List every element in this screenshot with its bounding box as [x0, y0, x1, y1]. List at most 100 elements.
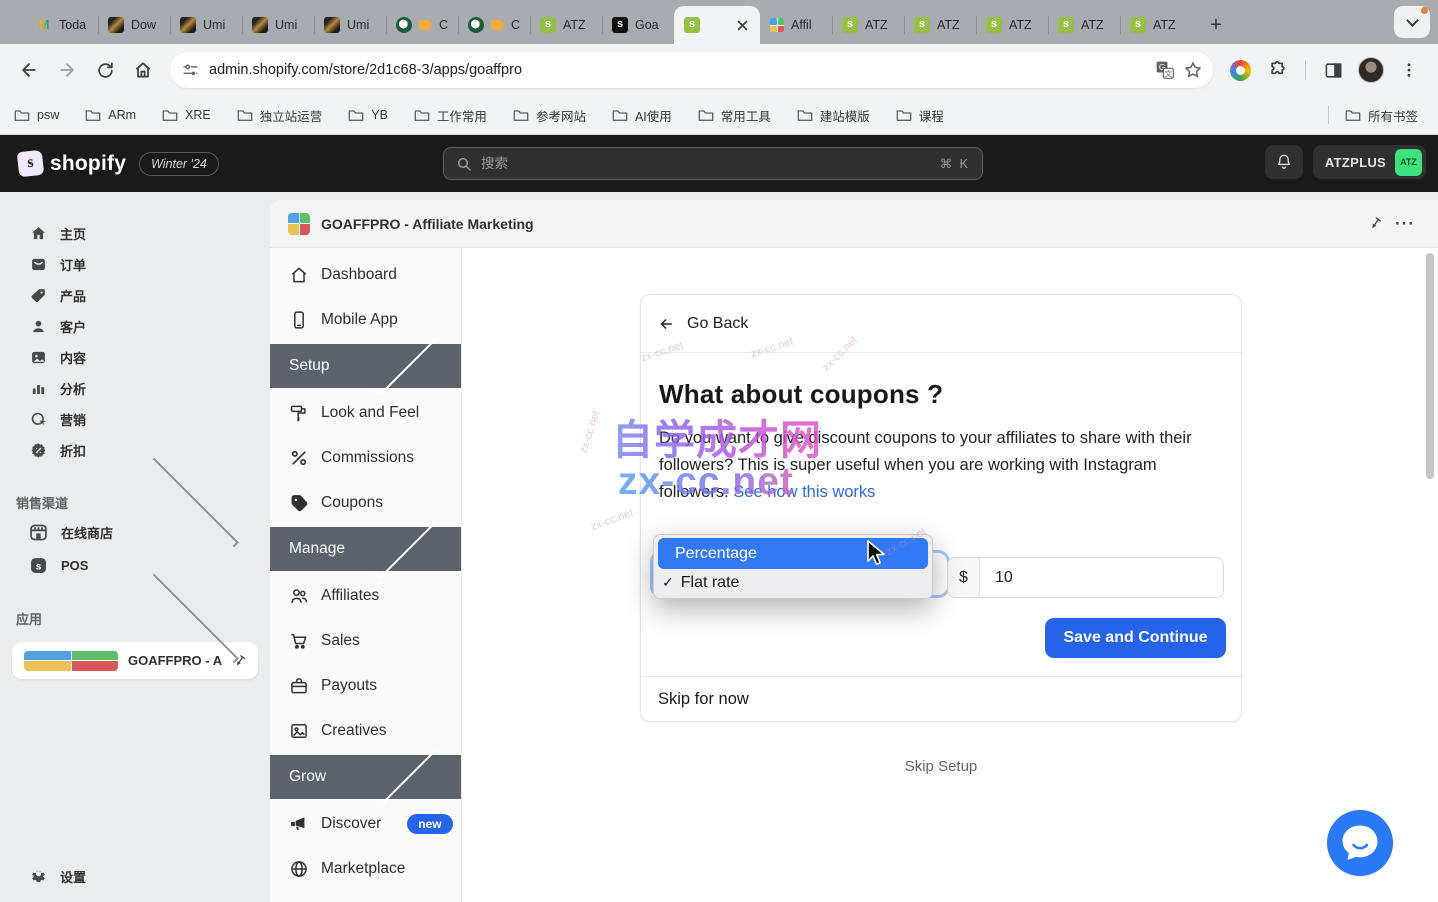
bookmark-folder[interactable]: ARm	[85, 108, 136, 122]
browser-tab[interactable]: ATZ	[1048, 8, 1120, 42]
app-nav-marketplace[interactable]: Marketplace	[270, 846, 461, 891]
folder-icon	[348, 108, 364, 122]
dropdown-option-flat-rate[interactable]: ✓ Flat rate	[658, 569, 928, 596]
skip-for-now-button[interactable]: Skip for now	[641, 676, 1241, 721]
sales-channels-section[interactable]: 销售渠道	[0, 488, 270, 516]
app-nav-payouts[interactable]: Payouts	[270, 663, 461, 708]
bookmark-folder[interactable]: 工作常用	[414, 106, 487, 125]
browser-tab[interactable]: Umi	[242, 8, 314, 42]
dashboard-icon	[289, 265, 309, 285]
page-scrollbar[interactable]	[1426, 253, 1434, 479]
browser-tab[interactable]: Affil	[760, 8, 832, 42]
browser-tab[interactable]: Goa	[602, 8, 674, 42]
sidebar-item-home[interactable]: 主页	[0, 218, 270, 249]
browser-tab[interactable]: MToda	[26, 8, 98, 42]
app-nav-commissions[interactable]: Commissions	[270, 435, 461, 480]
bell-icon	[1275, 153, 1293, 171]
svg-text:s: s	[36, 560, 42, 572]
color-wheel-extension-icon[interactable]	[1224, 54, 1256, 86]
browser-tab[interactable]: ATZ	[530, 8, 602, 42]
go-back-button[interactable]: Go Back	[641, 295, 1241, 353]
extensions-puzzle-icon[interactable]	[1262, 54, 1294, 86]
skip-setup-link[interactable]: Skip Setup	[640, 758, 1242, 775]
browser-tab-active[interactable]	[674, 6, 760, 44]
translate-icon[interactable]: G文	[1155, 60, 1175, 80]
new-tab-button[interactable]: +	[1202, 11, 1230, 39]
bookmark-folder[interactable]: 参考网站	[513, 106, 586, 125]
online-store-icon	[28, 522, 49, 543]
reload-button[interactable]	[89, 54, 121, 86]
chat-launcher-button[interactable]	[1327, 810, 1393, 876]
sidebar-item-discounts[interactable]: 折扣	[0, 435, 270, 466]
browser-menu-icon[interactable]	[1393, 54, 1425, 86]
notifications-button[interactable]	[1265, 145, 1303, 179]
back-button[interactable]	[13, 54, 45, 86]
forward-button[interactable]	[51, 54, 83, 86]
folder-icon	[698, 108, 714, 122]
pin-app-button[interactable]	[1360, 209, 1390, 239]
browser-tab[interactable]: Dow	[98, 8, 170, 42]
bookmark-folder[interactable]: AI使用	[612, 106, 672, 125]
sidebar-item-customers[interactable]: 客户	[0, 311, 270, 342]
chat-bubble-icon	[1327, 810, 1393, 876]
sidebar-item-products[interactable]: 产品	[0, 280, 270, 311]
tab-close-icon[interactable]	[734, 17, 750, 33]
bookmark-folder[interactable]: 独立站运营	[237, 106, 323, 125]
address-bar[interactable]: admin.shopify.com/store/2d1c68-3/apps/go…	[170, 52, 1213, 88]
discount-amount-input[interactable]	[980, 558, 1223, 597]
url-text[interactable]: admin.shopify.com/store/2d1c68-3/apps/go…	[209, 62, 1155, 78]
profile-avatar[interactable]	[1355, 54, 1387, 86]
see-how-link[interactable]: See how this works	[733, 483, 875, 501]
browser-tab[interactable]: ATZ	[904, 8, 976, 42]
bookmark-folder[interactable]: YB	[348, 108, 388, 122]
card-title: What about coupons ?	[659, 379, 1223, 410]
browser-tab[interactable]: ATZ	[976, 8, 1048, 42]
bookmark-folder[interactable]: 常用工具	[698, 106, 771, 125]
sidebar-item-content[interactable]: 内容	[0, 342, 270, 373]
account-menu[interactable]: ATZPLUS ATZ	[1313, 145, 1426, 179]
app-nav-look-and-feel[interactable]: Look and Feel	[270, 390, 461, 435]
release-badge[interactable]: Winter '24	[139, 152, 219, 176]
browser-tab[interactable]: Umi	[170, 8, 242, 42]
app-more-menu[interactable]: ···	[1390, 209, 1420, 239]
browser-toolbar: admin.shopify.com/store/2d1c68-3/apps/go…	[0, 44, 1438, 96]
browser-tab[interactable]: C	[386, 8, 458, 42]
bookmark-folder[interactable]: psw	[14, 108, 59, 122]
bookmark-folder[interactable]: XRE	[162, 108, 211, 122]
sidebar-item-marketing[interactable]: 营销	[0, 404, 270, 435]
sidebar-item-analytics[interactable]: 分析	[0, 373, 270, 404]
app-nav-section-setup[interactable]: Setup	[270, 344, 461, 388]
folder-icon	[612, 108, 628, 122]
home-button[interactable]	[127, 54, 159, 86]
save-and-continue-button[interactable]: Save and Continue	[1045, 618, 1226, 658]
currency-prefix: $	[948, 558, 980, 597]
admin-search-bar[interactable]: ⌘ K	[443, 147, 983, 180]
browser-tab[interactable]: C	[458, 8, 530, 42]
bookmark-folder[interactable]: 课程	[896, 106, 944, 125]
site-info-icon[interactable]	[182, 62, 199, 79]
app-title: GOAFFPRO - Affiliate Marketing	[321, 216, 1360, 232]
shopify-logo[interactable]: shopify	[18, 151, 126, 176]
tab-title: Umi	[347, 18, 376, 32]
tab-search-button[interactable]	[1394, 6, 1430, 38]
search-input[interactable]	[481, 156, 940, 171]
bookmark-star-icon[interactable]	[1183, 60, 1203, 80]
side-panel-icon[interactable]	[1317, 54, 1349, 86]
chevron-down-icon	[375, 745, 437, 807]
app-nav-dashboard[interactable]: Dashboard	[270, 252, 461, 297]
app-nav-sales[interactable]: Sales	[270, 618, 461, 663]
apps-section[interactable]: 应用	[0, 604, 270, 632]
sidebar-item-pos[interactable]: s POS	[0, 549, 270, 582]
browser-tab[interactable]: ATZ	[832, 8, 904, 42]
coupon-setup-card: Go Back What about coupons ? Do you want…	[640, 294, 1242, 722]
browser-tab[interactable]: ATZ	[1120, 8, 1192, 42]
browser-tab[interactable]: Umi	[314, 8, 386, 42]
app-nav-section-grow[interactable]: Grow	[270, 755, 461, 799]
bookmark-folder[interactable]: 建站模版	[797, 106, 870, 125]
sidebar-item-orders[interactable]: 订单	[0, 249, 270, 280]
sidebar-item-settings[interactable]: 设置	[0, 861, 270, 892]
app-nav-affiliates[interactable]: Affiliates	[270, 573, 461, 618]
all-bookmarks-folder[interactable]: 所有书签	[1345, 106, 1418, 125]
app-nav-section-manage[interactable]: Manage	[270, 527, 461, 571]
app-nav-discover[interactable]: Discovernew	[270, 801, 461, 846]
